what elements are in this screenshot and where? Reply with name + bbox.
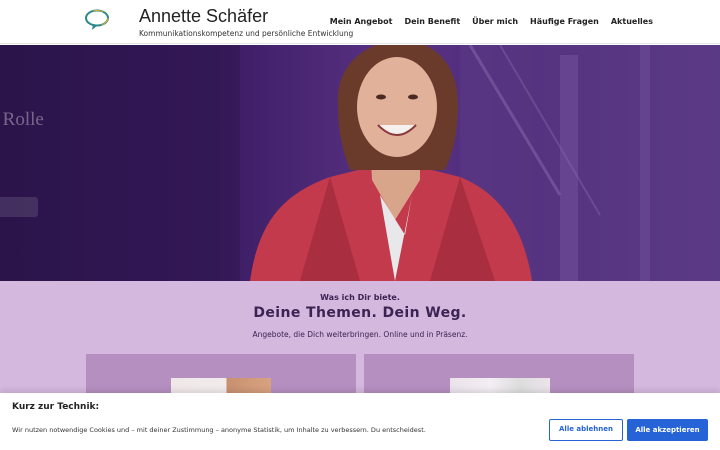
hero-headline: en Rolle (0, 109, 44, 130)
hero-banner: en Rolle (0, 45, 720, 281)
hero-cta-button[interactable] (0, 197, 38, 217)
nav-item-aktuelles[interactable]: Aktuelles (611, 17, 653, 26)
site-title[interactable]: Annette Schäfer (139, 6, 268, 27)
accept-all-button[interactable]: Alle akzeptieren (627, 419, 708, 441)
section-subline: Angebote, die Dich weiterbringen. Online… (252, 330, 468, 339)
section-heading: Deine Themen. Dein Weg. (253, 305, 467, 321)
cookie-text: Wir nutzen notwendige Cookies und – mit … (12, 426, 426, 434)
site-header: Annette Schäfer Kommunikationskompetenz … (0, 0, 720, 44)
nav-item-dein-benefit[interactable]: Dein Benefit (404, 17, 460, 26)
section-kicker: Was ich Dir biete. (320, 293, 400, 302)
cookie-title: Kurz zur Technik: (12, 402, 100, 412)
reject-all-button[interactable]: Alle ablehnen (549, 419, 623, 441)
hero-portrait-image (0, 45, 720, 281)
site-tagline: Kommunikationskompetenz und persönliche … (139, 29, 354, 38)
nav-item-haeufige-fragen[interactable]: Häufige Fragen (530, 17, 599, 26)
nav-item-ueber-mich[interactable]: Über mich (472, 17, 518, 26)
cookie-banner: Kurz zur Technik: Wir nutzen notwendige … (0, 393, 720, 450)
speech-bubble-icon[interactable] (84, 9, 110, 31)
nav-item-mein-angebot[interactable]: Mein Angebot (330, 17, 393, 26)
main-nav: Mein Angebot Dein Benefit Über mich Häuf… (330, 17, 653, 26)
